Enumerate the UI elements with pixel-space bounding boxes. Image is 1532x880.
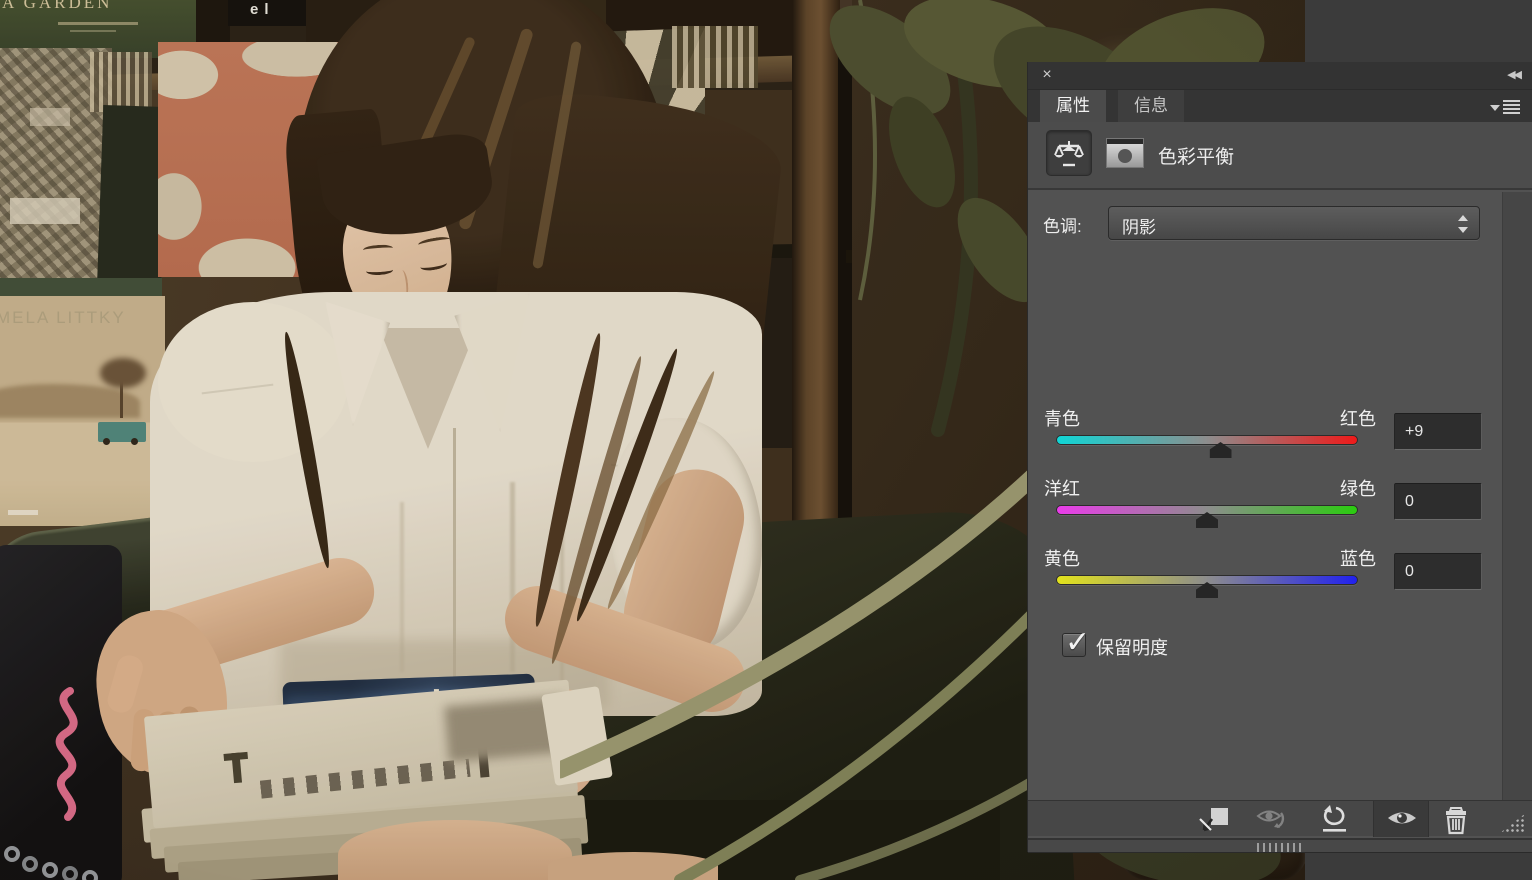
panel-drag-handle-icon[interactable] [1257,843,1303,852]
magenta-green-slider-track[interactable] [1056,505,1358,528]
reset-icon [1323,805,1346,832]
photoshop-workspace: A GARDEN el 1971 [0,0,1532,880]
panel-body: 色调: 阴影 青色 红色 +9 洋红 绿色 0 黄色 蓝色 0 ✓ 保留明度 [1028,192,1532,800]
garden-poster-title: A GARDEN [2,0,113,12]
clip-to-layer-icon [1199,808,1228,832]
panel-footer-toolbar [1028,800,1532,837]
eye-icon [1388,812,1416,824]
balance-scale-icon [1054,141,1084,167]
view-previous-state-button[interactable] [1254,805,1288,833]
tone-select[interactable]: 阴影 [1108,206,1480,240]
photobook-credit-text: MELA LITTKY [0,308,126,327]
cyan-label: 青色 [1044,409,1080,429]
tone-label: 色调: [1043,217,1082,236]
magenta-label: 洋红 [1044,479,1080,499]
cyan-red-slider-track[interactable] [1056,435,1358,458]
bag-chain [0,820,110,880]
clip-to-layer-button[interactable] [1198,805,1232,833]
scrollbar-track[interactable] [1502,192,1532,800]
photobook-page: MELA LITTKY [0,296,165,526]
trash-icon [1446,807,1466,835]
preserve-luminosity-label: 保留明度 [1096,638,1168,658]
yellow-blue-value-field[interactable]: 0 [1394,553,1482,590]
panel-menu-icon[interactable] [1490,100,1520,114]
color-balance-adjustment-button[interactable] [1046,130,1092,176]
blue-label: 蓝色 [1340,549,1376,569]
delete-adjustment-button[interactable] [1440,805,1474,835]
magenta-green-slider: 洋红 绿色 [1028,475,1388,537]
yellow-blue-slider-track[interactable] [1056,575,1358,598]
yellow-blue-slider: 黄色 蓝色 [1028,545,1388,607]
close-icon[interactable]: × [1038,66,1056,84]
magenta-green-value-field[interactable]: 0 [1394,483,1482,520]
teal-bus [98,422,146,445]
magenta-green-slider-thumb[interactable] [1196,512,1218,528]
collapse-to-icons-icon[interactable]: ◀◀ [1507,68,1522,81]
panel-tab-bar: 属性 信息 [1028,90,1532,122]
green-label: 绿色 [1340,479,1376,499]
mask-circle-icon [1118,149,1132,163]
adjustment-title-row: 色彩平衡 [1028,122,1532,190]
desert-tree [96,358,148,418]
tab-properties[interactable]: 属性 [1040,90,1106,122]
adjustment-title: 色彩平衡 [1158,147,1235,168]
red-label: 红色 [1340,409,1376,429]
spine-el-book: el [228,0,306,26]
preserve-luminosity-checkbox[interactable]: ✓ [1062,626,1090,659]
reset-button[interactable] [1318,805,1352,833]
select-spinner-icon [1458,215,1468,233]
panel-header: × ◀◀ [1028,62,1532,90]
cyan-red-slider: 青色 红色 [1028,405,1388,467]
yellow-blue-slider-thumb[interactable] [1196,582,1218,598]
spine-el-text: el [250,1,275,18]
visibility-button-recess [1373,801,1429,837]
cyan-red-slider-thumb[interactable] [1209,442,1232,458]
panel-resize-grip[interactable] [1500,813,1526,833]
toggle-visibility-button[interactable] [1385,805,1419,833]
collar-right [454,291,535,434]
check-icon: ✓ [1065,626,1091,659]
tone-select-value: 阴影 [1122,218,1156,237]
previous-state-eye-icon [1256,810,1285,829]
tab-info[interactable]: 信息 [1118,90,1184,122]
properties-panel: × ◀◀ 属性 信息 色彩平衡 色调: 阴影 青色 红色 +9 洋红 绿色 0 … [1028,62,1532,852]
yellow-label: 黄色 [1044,549,1080,569]
panel-bottom-bar [1028,838,1532,852]
cyan-red-value-field[interactable]: +9 [1394,413,1482,450]
blind-stripes [90,52,152,112]
layer-mask-thumbnail[interactable] [1106,138,1144,168]
